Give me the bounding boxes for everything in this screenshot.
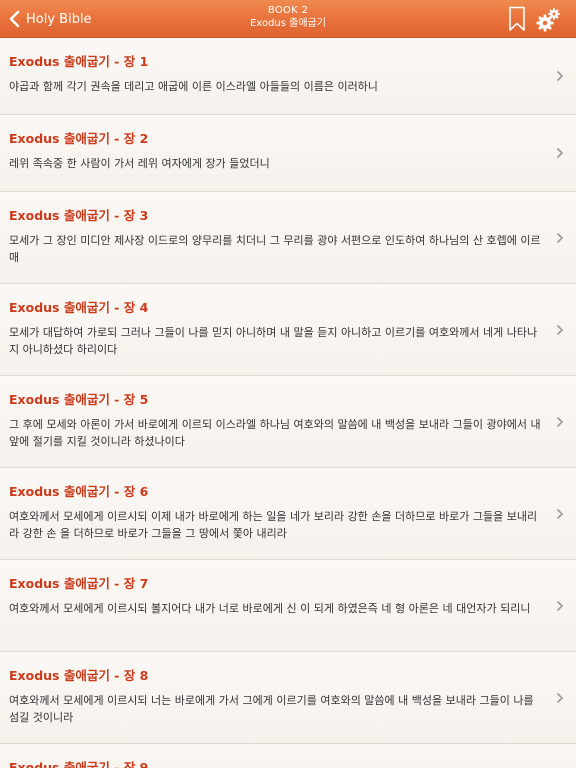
chapter-title: Exodus 출애굽기 - 장 4 — [9, 300, 149, 315]
chapter-preview: 여호와께서 모세에게 이르시되 볼지어다 내가 너로 바로에게 신 이 되게 하… — [9, 602, 531, 615]
gears-icon[interactable] — [534, 5, 562, 33]
chevron-left-icon — [9, 10, 20, 28]
chapter-row[interactable]: Exodus 출애굽기 - 장 1 야곱과 함께 각기 권속을 데리고 애굽에 … — [0, 38, 576, 115]
chapter-title: Exodus 출애굽기 - 장 5 — [9, 392, 149, 407]
chapter-title: Exodus 출애굽기 - 장 7 — [9, 576, 149, 591]
chapter-row[interactable]: Exodus 출애굽기 - 장 2 레위 족속중 한 사람이 가서 레위 여자에… — [0, 115, 576, 192]
chevron-right-icon — [556, 600, 564, 612]
chapter-title: Exodus 출애굽기 - 장 6 — [9, 484, 149, 499]
back-button[interactable]: Holy Bible — [8, 0, 92, 38]
chapter-title: Exodus 출애굽기 - 장 2 — [9, 131, 149, 146]
chapter-preview: 그 후에 모세와 아론이 가서 바로에게 이르되 이스라엘 하나님 여호와의 말… — [9, 418, 541, 448]
chapter-row[interactable]: Exodus 출애굽기 - 장 3 모세가 그 장인 미디안 제사장 이드로의 … — [0, 192, 576, 284]
chevron-right-icon — [556, 232, 564, 244]
chapter-row[interactable]: Exodus 출애굽기 - 장 7 여호와께서 모세에게 이르시되 볼지어다 내… — [0, 560, 576, 652]
chevron-right-icon — [556, 324, 564, 336]
chevron-right-icon — [556, 692, 564, 704]
chevron-right-icon — [556, 147, 564, 159]
chevron-right-icon — [556, 416, 564, 428]
chapter-title: Exodus 출애굽기 - 장 3 — [9, 208, 149, 223]
chapter-row[interactable]: Exodus 출애굽기 - 장 4 모세가 대답하여 가로되 그러나 그들이 나… — [0, 284, 576, 376]
chevron-right-icon — [556, 508, 564, 520]
chapter-row[interactable]: Exodus 출애굽기 - 장 6 여호와께서 모세에게 이르시되 이제 내가 … — [0, 468, 576, 560]
chapter-row[interactable]: Exodus 출애굽기 - 장 9 — [0, 744, 576, 768]
chapter-preview: 야곱과 함께 각기 권속을 데리고 애굽에 이른 이스라엘 아들들의 이름은 이… — [9, 80, 378, 93]
bookmark-icon[interactable] — [508, 6, 526, 32]
chapter-title: Exodus 출애굽기 - 장 8 — [9, 668, 149, 683]
navigation-bar: Holy Bible BOOK 2 Exodus 출애굽기 — [0, 0, 576, 38]
chapter-row[interactable]: Exodus 출애굽기 - 장 5 그 후에 모세와 아론이 가서 바로에게 이… — [0, 376, 576, 468]
chapter-preview: 여호와께서 모세에게 이르시되 너는 바로에게 가서 그에게 이르기를 여호와의… — [9, 694, 534, 724]
chapter-preview: 모세가 대답하여 가로되 그러나 그들이 나를 믿지 아니하며 내 말을 듣지 … — [9, 326, 538, 356]
back-button-label: Holy Bible — [26, 11, 92, 27]
chapter-title: Exodus 출애굽기 - 장 1 — [9, 54, 149, 69]
chevron-right-icon — [556, 70, 564, 82]
chapter-preview: 여호와께서 모세에게 이르시되 이제 내가 바로에게 하는 일을 네가 보리라 … — [9, 510, 538, 540]
chapter-preview: 레위 족속중 한 사람이 가서 레위 여자에게 장가 들었더니 — [9, 157, 270, 170]
chapter-row[interactable]: Exodus 출애굽기 - 장 8 여호와께서 모세에게 이르시되 너는 바로에… — [0, 652, 576, 744]
chapter-list: Exodus 출애굽기 - 장 1 야곱과 함께 각기 권속을 데리고 애굽에 … — [0, 38, 576, 768]
chapter-title: Exodus 출애굽기 - 장 9 — [9, 760, 149, 768]
chapter-preview: 모세가 그 장인 미디안 제사장 이드로의 양무리를 치더니 그 무리를 광야 … — [9, 234, 541, 264]
